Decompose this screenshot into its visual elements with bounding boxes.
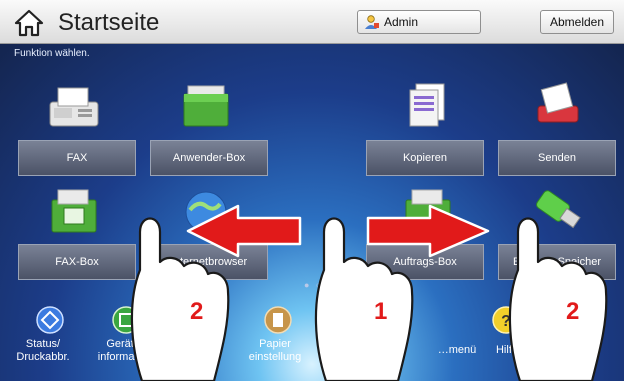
tile-internet-browser-label: Internetbrowser	[170, 256, 248, 268]
prompt-text: Funktion wählen.	[14, 48, 90, 59]
tile-user-box[interactable]: Anwender-Box	[150, 140, 268, 176]
page-title: Startseite	[58, 9, 160, 36]
tile-job-box[interactable]: Auftrags-Box	[366, 244, 484, 280]
header-bar: Startseite Admin Abmelden	[0, 0, 624, 44]
gesture-number-left: 2	[190, 298, 204, 325]
help-icon: ?	[492, 306, 520, 334]
fax-icon	[49, 87, 99, 127]
folder-box-icon	[183, 85, 229, 127]
fax-box-icon	[51, 189, 97, 233]
admin-label: Admin	[384, 15, 419, 29]
tile-copy[interactable]: Kopieren	[366, 140, 484, 176]
tile-fax-box-label: FAX-Box	[55, 256, 99, 268]
home-screen: Funktion wählen. FAX Anwender-Box Kopier…	[0, 44, 624, 381]
logout-button[interactable]: Abmelden	[540, 10, 614, 34]
status-label[interactable]: Status/ Druckabbr.	[6, 338, 80, 364]
tile-send[interactable]: Senden	[498, 140, 616, 176]
admin-user-button[interactable]: Admin	[357, 10, 481, 34]
tile-user-box-label: Anwender-Box	[172, 152, 246, 164]
status-icon	[36, 306, 64, 334]
help-label[interactable]: Hilfe	[470, 344, 544, 357]
page-indicator: ● ○	[304, 280, 324, 290]
tile-external-storage[interactable]: Externer Speicher	[498, 244, 616, 280]
gesture-number-center: 1	[374, 298, 388, 325]
paper-settings-label[interactable]: Papier einstellung	[238, 338, 312, 364]
device-info-icon	[112, 306, 140, 334]
paper-icon	[264, 306, 292, 334]
tile-fax-label: FAX	[66, 152, 88, 164]
globe-icon	[185, 191, 227, 233]
usb-icon	[536, 190, 581, 229]
send-icon	[537, 82, 579, 123]
device-info-label[interactable]: Geräte- information	[88, 338, 162, 364]
tile-job-box-label: Auftrags-Box	[393, 256, 457, 268]
wifi-label[interactable]: W…	[314, 344, 388, 357]
admin-user-icon	[365, 15, 379, 29]
tile-send-label: Senden	[538, 152, 576, 164]
copy-icon	[409, 83, 445, 127]
tile-fax-box[interactable]: FAX-Box	[18, 244, 136, 280]
tile-internet-browser[interactable]: Internetbrowser	[150, 244, 268, 280]
svg-text:?: ?	[501, 313, 511, 330]
tile-fax[interactable]: FAX	[18, 140, 136, 176]
tile-external-storage-label: Externer Speicher	[512, 256, 602, 268]
home-icon[interactable]	[14, 9, 44, 37]
tile-copy-label: Kopieren	[402, 152, 448, 164]
job-box-icon	[405, 189, 451, 233]
gesture-number-right: 2	[566, 298, 580, 325]
